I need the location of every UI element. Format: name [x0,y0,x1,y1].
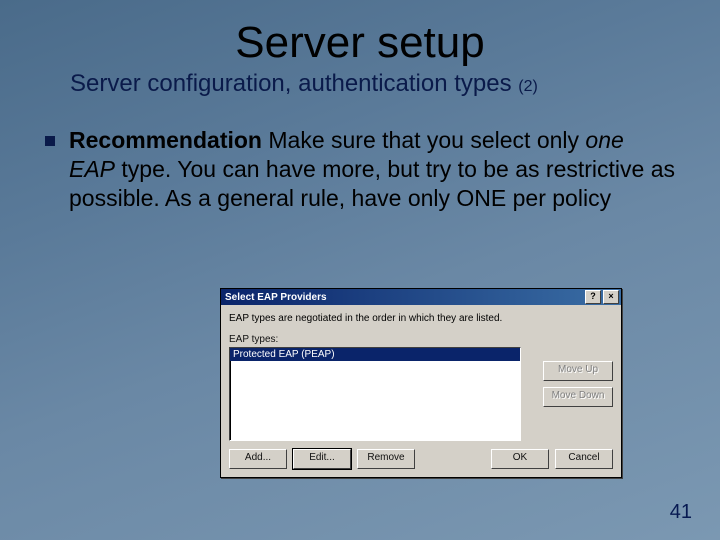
bullet-icon [45,136,55,146]
list-label: EAP types: [229,334,613,345]
bullet-part2: type. You can have more, but try to be a… [69,156,675,211]
dialog-instruction: EAP types are negotiated in the order in… [229,313,613,324]
list-column: Protected EAP (PEAP) [229,347,535,441]
ok-button[interactable]: OK [491,449,549,469]
slide: Server setup Server configuration, authe… [0,0,720,540]
dialog-title: Select EAP Providers [225,292,327,303]
side-buttons: Move Up Move Down [543,361,613,407]
slide-subtitle: Server configuration, authentication typ… [0,70,720,98]
slide-body: Recommendation Make sure that you select… [0,98,720,212]
subtitle-number: (2) [518,78,538,95]
bullet-item: Recommendation Make sure that you select… [45,126,675,212]
subtitle-text: Server configuration, authentication typ… [70,70,518,97]
move-up-button[interactable]: Move Up [543,361,613,381]
eap-types-listbox[interactable]: Protected EAP (PEAP) [229,347,521,441]
move-down-button[interactable]: Move Down [543,387,613,407]
dialog-titlebar[interactable]: Select EAP Providers ? × [221,289,621,305]
remove-button[interactable]: Remove [357,449,415,469]
help-button[interactable]: ? [585,290,601,304]
dialog-body: EAP types are negotiated in the order in… [221,305,621,477]
add-button[interactable]: Add... [229,449,287,469]
list-item[interactable]: Protected EAP (PEAP) [230,348,520,361]
close-button[interactable]: × [603,290,619,304]
bullet-bold: Recommendation [69,127,262,153]
cancel-button[interactable]: Cancel [555,449,613,469]
edit-button[interactable]: Edit... [293,449,351,469]
eap-providers-dialog: Select EAP Providers ? × EAP types are n… [220,288,622,478]
list-row: Protected EAP (PEAP) Move Up Move Down [229,347,613,441]
slide-title: Server setup [0,0,720,68]
bullet-text: Recommendation Make sure that you select… [69,126,675,212]
bullet-part1: Make sure that you select only [262,127,585,153]
bottom-button-row: Add... Edit... Remove OK Cancel [229,449,613,469]
page-number: 41 [670,501,692,524]
